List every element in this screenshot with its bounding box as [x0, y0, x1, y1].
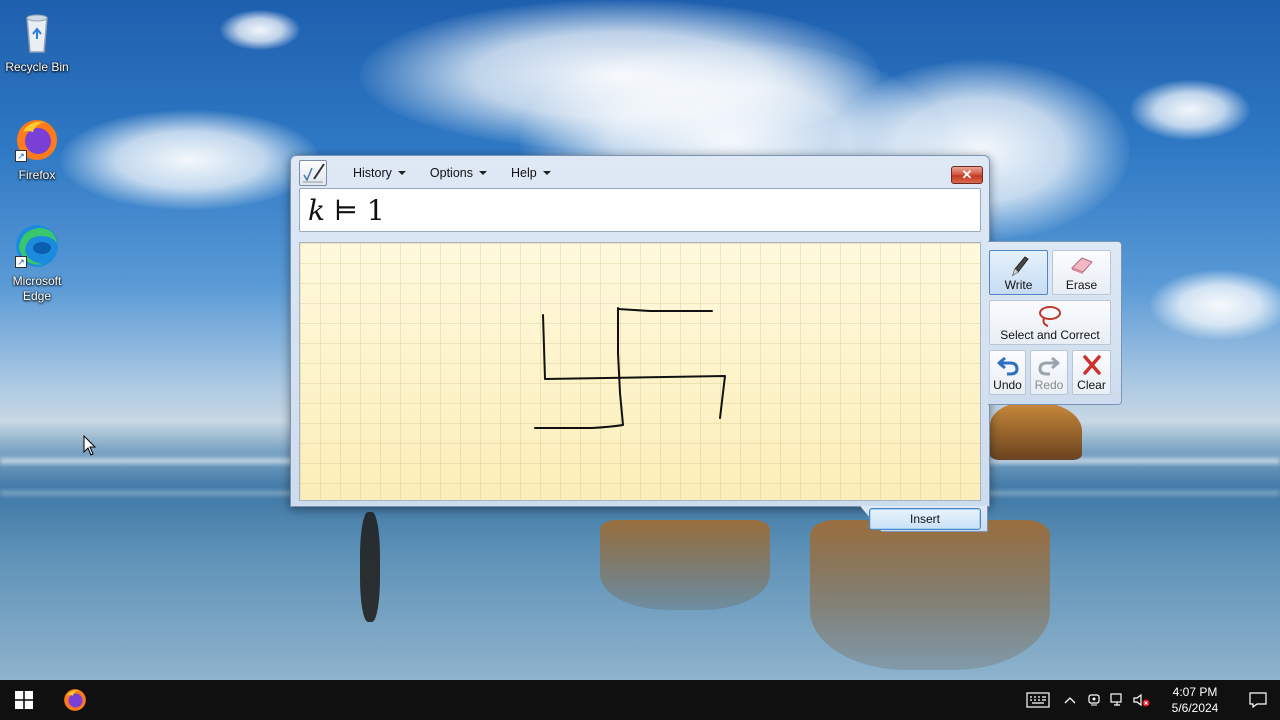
math-input-app-icon[interactable]: [299, 160, 327, 186]
person-reflection: [360, 512, 380, 622]
clock-date: 5/6/2024: [1171, 701, 1219, 715]
redo-label: Redo: [1034, 378, 1064, 392]
chevron-down-icon: [542, 171, 551, 175]
notification-icon: [1249, 692, 1267, 708]
network-icon[interactable]: [1106, 680, 1130, 720]
desktop-icon-label: Recycle Bin: [5, 60, 69, 74]
mouse-pointer-icon: [83, 435, 97, 456]
desktop-icon-microsoft-edge[interactable]: ↗ Microsoft Edge: [0, 222, 74, 304]
insert-button[interactable]: Insert: [869, 508, 981, 530]
menu-history[interactable]: History: [341, 161, 418, 185]
preview-variable: k: [308, 194, 325, 227]
taskbar: 4:07 PM 5/6/2024: [0, 680, 1280, 720]
handwriting-canvas[interactable]: [299, 242, 981, 501]
undo-button[interactable]: Undo: [989, 350, 1026, 395]
recycle-bin-icon: [13, 8, 61, 56]
system-tray: 4:07 PM 5/6/2024: [1018, 680, 1280, 720]
desktop-icon-recycle-bin[interactable]: Recycle Bin: [0, 8, 74, 75]
chevron-down-icon: [397, 171, 406, 175]
menu-help[interactable]: Help: [499, 161, 563, 185]
start-button[interactable]: [0, 680, 48, 720]
clock-time: 4:07 PM: [1172, 685, 1218, 699]
ink-stroke: [617, 308, 713, 312]
cloud: [1130, 80, 1250, 140]
ink-stroke: [534, 307, 624, 429]
firefox-icon: ↗: [13, 116, 61, 164]
erase-label: Erase: [1065, 278, 1098, 292]
cloud: [1150, 270, 1280, 340]
edge-icon: ↗: [13, 222, 61, 270]
notifications-button[interactable]: [1236, 680, 1280, 720]
chevron-down-icon: [479, 171, 487, 175]
shortcut-arrow-icon: ↗: [15, 256, 27, 268]
undo-label: Undo: [993, 378, 1022, 392]
clock[interactable]: 4:07 PM 5/6/2024: [1154, 684, 1236, 716]
taskbar-firefox[interactable]: [54, 680, 96, 720]
write-label: Write: [1004, 278, 1033, 292]
preview-value: 1: [366, 194, 385, 227]
recognition-preview: k ⊨ 1: [299, 188, 981, 232]
clear-x-icon: [1082, 355, 1101, 375]
math-input-panel-window: History Options Help ✕ k ⊨ 1: [290, 155, 990, 507]
ink-strokes: [534, 307, 726, 429]
lasso-icon: [1039, 306, 1061, 327]
menu-history-label: History: [353, 166, 392, 180]
windows-logo-icon: [15, 691, 33, 709]
clear-button[interactable]: Clear: [1072, 350, 1111, 395]
insert-label: Insert: [909, 512, 940, 526]
eraser-icon: [1070, 257, 1093, 274]
write-button[interactable]: Write: [989, 250, 1048, 295]
ink-stroke: [542, 314, 726, 419]
clear-label: Clear: [1077, 378, 1106, 392]
menu-help-label: Help: [511, 166, 537, 180]
meet-now-icon[interactable]: [1082, 680, 1106, 720]
tool-panel: Write Erase Select and Correct Undo Redo: [988, 241, 1122, 405]
desktop-icon-label: Microsoft Edge: [12, 274, 62, 303]
desktop-icon-firefox[interactable]: ↗ Firefox: [0, 116, 74, 183]
pen-icon: [1011, 256, 1029, 277]
cloud: [60, 110, 320, 210]
cloud: [220, 10, 300, 50]
shortcut-arrow-icon: ↗: [15, 150, 27, 162]
firefox-icon: [64, 689, 86, 711]
desktop-icon-label: Firefox: [18, 168, 56, 182]
close-icon: ✕: [961, 167, 973, 182]
keyboard-icon[interactable]: [1018, 680, 1058, 720]
menu-bar: History Options Help: [299, 160, 563, 186]
undo-icon: [997, 356, 1019, 376]
rock-reflection: [600, 520, 770, 610]
redo-icon: [1038, 356, 1060, 376]
rock-formation: [990, 402, 1082, 460]
chevron-up-icon[interactable]: [1058, 680, 1082, 720]
select-and-correct-label: Select and Correct: [1000, 328, 1100, 342]
menu-options[interactable]: Options: [418, 161, 499, 185]
preview-operator: ⊨: [333, 194, 358, 227]
select-and-correct-button[interactable]: Select and Correct: [989, 300, 1111, 345]
close-button[interactable]: ✕: [951, 166, 983, 184]
menu-options-label: Options: [429, 166, 473, 180]
erase-button[interactable]: Erase: [1052, 250, 1111, 295]
redo-button[interactable]: Redo: [1030, 350, 1068, 395]
rock-reflection: [810, 520, 1050, 670]
volume-muted-icon[interactable]: [1130, 680, 1154, 720]
